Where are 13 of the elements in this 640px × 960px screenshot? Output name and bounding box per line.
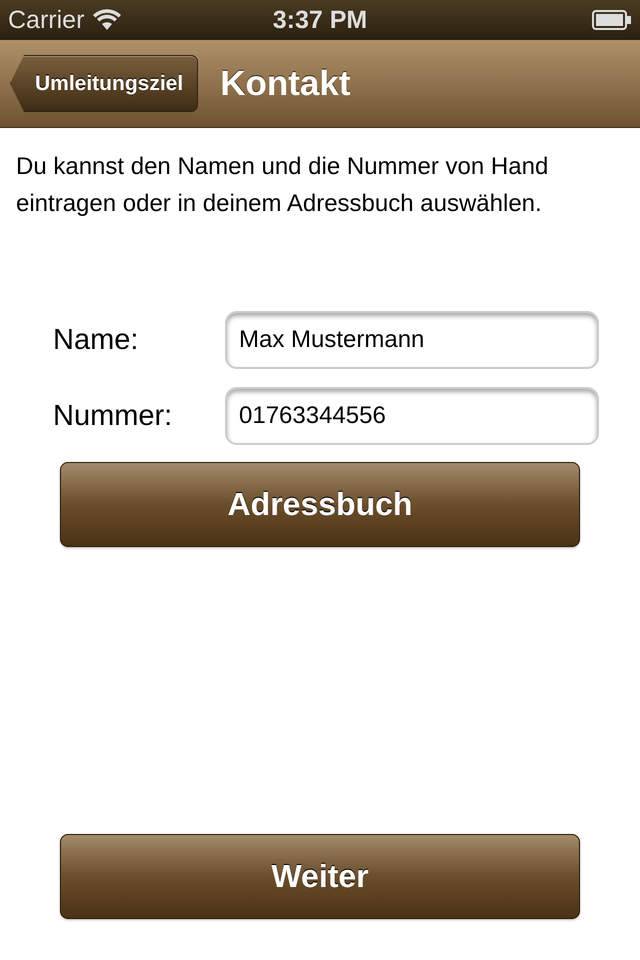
carrier-name: Carrier xyxy=(8,6,84,34)
back-button[interactable]: Umleitungsziel xyxy=(10,55,198,112)
status-time: 3:37 PM xyxy=(272,6,368,34)
field-label: Nummer: xyxy=(53,400,174,432)
intro-text: Du kannst den Namen und die Nummer von Hand eintragen oder in deinem Adressbuch auswählen. xyxy=(15,152,550,219)
field-label: Name: xyxy=(53,324,140,356)
input-field[interactable]: 01763344556 xyxy=(225,387,599,445)
input-field[interactable]: Max Mustermann xyxy=(225,311,599,369)
wifi-icon xyxy=(92,9,122,31)
next-button[interactable]: Weiter xyxy=(60,834,580,919)
battery-icon xyxy=(592,10,632,30)
address-book-button[interactable]: Adressbuch xyxy=(60,462,580,547)
nav-title: Kontakt xyxy=(220,64,350,104)
